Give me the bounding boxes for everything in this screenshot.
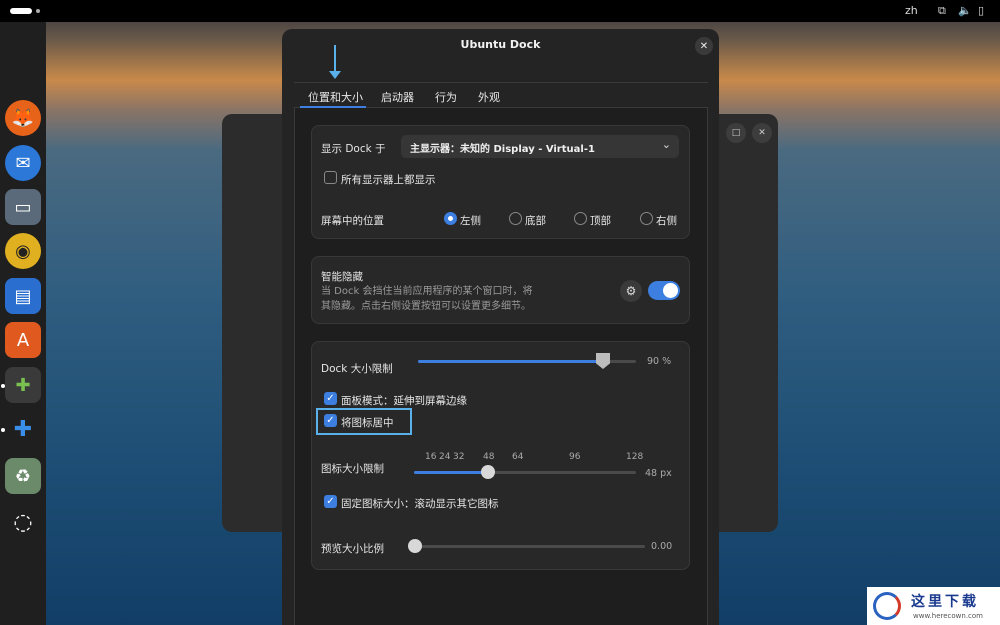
autohide-toggle[interactable] — [648, 281, 680, 300]
panel-mode-label: 面板模式：延伸到屏幕边缘 — [341, 395, 467, 407]
input-language[interactable]: zh — [905, 4, 918, 17]
tab-appearance[interactable]: 外观 — [478, 89, 500, 105]
toggle-knob — [663, 283, 678, 298]
preview-size-track[interactable] — [410, 545, 645, 548]
annotation-highlight-box — [316, 408, 412, 435]
close-icon[interactable]: ✕ — [752, 123, 772, 143]
radio-right-label: 右侧 — [656, 215, 677, 227]
annotation-arrow-head — [329, 71, 341, 79]
watermark-url: www.herecown.com — [913, 612, 983, 620]
icon-size-value: 48 px — [645, 468, 672, 479]
tick-96: 96 — [569, 452, 581, 462]
workspace-dot[interactable] — [36, 9, 40, 13]
autohide-title: 智能隐藏 — [321, 271, 363, 283]
preview-size-handle[interactable] — [408, 539, 422, 553]
display-select[interactable]: 主显示器：未知的 Display - Virtual-1 ⌄ — [401, 135, 679, 158]
trash-icon[interactable]: ♻ — [5, 458, 41, 494]
position-label: 屏幕中的位置 — [321, 215, 384, 227]
radio-left[interactable] — [444, 212, 457, 225]
running-indicator — [1, 384, 5, 388]
volume-icon[interactable]: 🔈 — [958, 4, 972, 17]
extensions-icon[interactable]: ✚ — [5, 411, 41, 447]
close-icon: ✕ — [699, 40, 709, 52]
dialog-close-button[interactable]: ✕ — [695, 37, 713, 55]
watermark-text: 这里下载 — [911, 594, 979, 610]
dock-size-fill — [418, 360, 603, 363]
tab-launchers[interactable]: 启动器 — [381, 89, 414, 105]
icon-size-label: 图标大小限制 — [321, 463, 384, 475]
tab-bar: 位置和大小 启动器 行为 外观 — [294, 82, 708, 108]
app-center-icon[interactable]: A — [5, 322, 41, 358]
fixed-icon-size-checkbox[interactable]: ✓ — [324, 495, 337, 508]
dialog-title: Ubuntu Dock — [460, 38, 541, 51]
icon-size-handle[interactable] — [481, 465, 495, 479]
tick-16: 16 — [425, 452, 437, 462]
display-select-value: 主显示器：未知的 Display - Virtual-1 — [410, 144, 595, 155]
chevron-down-icon: ⌄ — [661, 138, 671, 151]
tab-position-size[interactable]: 位置和大小 — [308, 89, 363, 105]
thunderbird-icon[interactable]: ✉ — [5, 145, 41, 181]
fixed-icon-size-label: 固定图标大小：滚动显示其它图标 — [341, 498, 499, 510]
tick-48: 48 — [483, 452, 495, 462]
radio-right[interactable] — [640, 212, 653, 225]
writer-icon[interactable]: ▤ — [5, 278, 41, 314]
rhythmbox-icon[interactable]: ◉ — [5, 233, 41, 269]
preview-size-value: 0.00 — [651, 541, 673, 552]
autohide-desc-1: 当 Dock 会挡住当前应用程序的某个窗口时，将 — [321, 286, 533, 297]
site-watermark: 这里下载 www.herecown.com — [867, 587, 1000, 625]
activities-indicator[interactable] — [10, 8, 32, 14]
radio-left-label: 左侧 — [460, 215, 481, 227]
icon-size-fill — [414, 471, 488, 474]
battery-icon[interactable]: ▯ — [978, 4, 984, 17]
radio-bottom-label: 底部 — [525, 215, 546, 227]
dock-size-label: Dock 大小限制 — [321, 363, 393, 375]
autohide-settings-button[interactable]: ⚙ — [620, 280, 642, 302]
tab-behavior[interactable]: 行为 — [435, 89, 457, 105]
tick-32: 32 — [453, 452, 465, 462]
ubuntu-dock: 🦊 ✉ ▭ ◉ ▤ A ✚ ✚ ♻ ◌ — [0, 22, 46, 625]
panel-mode-checkbox[interactable]: ✓ — [324, 392, 337, 405]
gear-icon: ⚙ — [625, 284, 637, 298]
firefox-icon[interactable]: 🦊 — [5, 100, 41, 136]
files-icon[interactable]: ▭ — [5, 189, 41, 225]
radio-top-label: 顶部 — [590, 215, 611, 227]
tick-128: 128 — [626, 452, 644, 462]
ubuntu-icon[interactable]: ◌ — [5, 504, 41, 540]
radio-bottom[interactable] — [509, 212, 522, 225]
preview-size-label: 预览大小比例 — [321, 543, 384, 555]
watermark-logo — [873, 592, 901, 620]
autohide-desc-2: 其隐藏。点击右侧设置按钮可以设置更多细节。 — [321, 301, 531, 312]
network-icon[interactable]: ⧉ — [938, 4, 946, 18]
running-indicator — [1, 428, 5, 432]
radio-top[interactable] — [574, 212, 587, 225]
dock-size-value: 90 % — [647, 356, 672, 367]
all-displays-label: 所有显示器上都显示 — [341, 174, 436, 186]
extension-manager-icon[interactable]: ✚ — [5, 367, 41, 403]
maximize-icon[interactable]: □ — [726, 123, 746, 143]
annotation-arrow — [334, 45, 336, 73]
tick-24: 24 — [439, 452, 451, 462]
top-bar: zh ⧉ 🔈 ▯ — [0, 0, 1000, 22]
tick-64: 64 — [512, 452, 524, 462]
display-label: 显示 Dock 于 — [321, 143, 386, 155]
all-displays-checkbox[interactable] — [324, 171, 337, 184]
